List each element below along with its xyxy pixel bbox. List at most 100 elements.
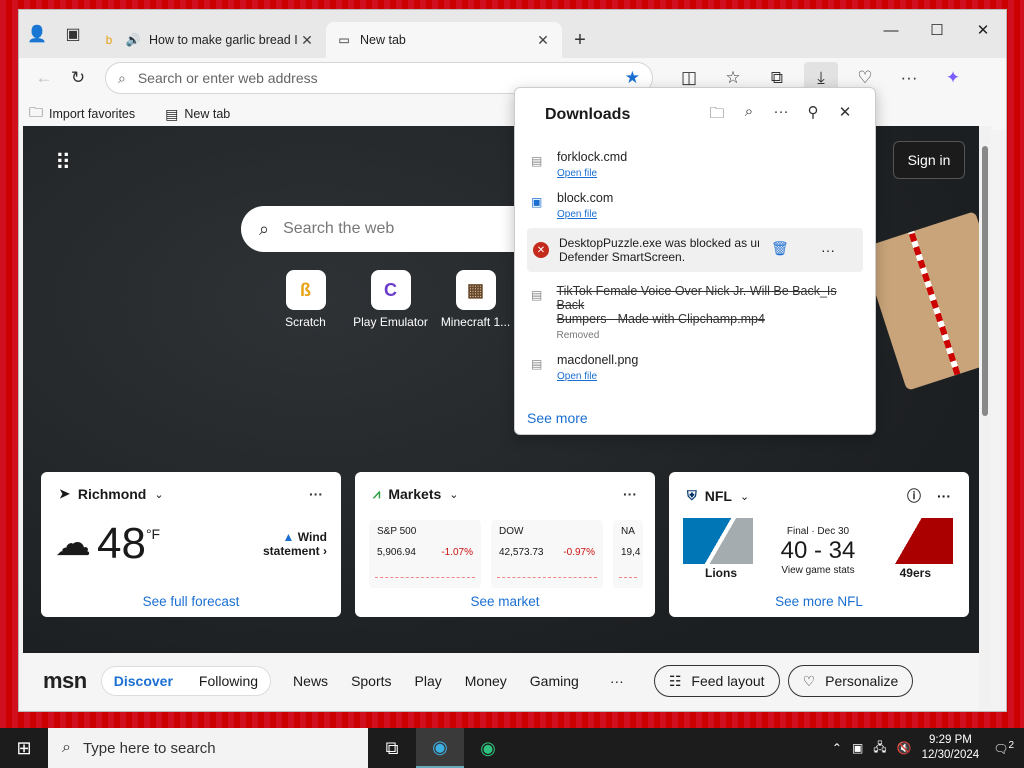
quicklink-minecraft[interactable]: ▦ Minecraft 1... (433, 270, 518, 329)
profile-icon[interactable]: 👤 (19, 16, 55, 52)
close-tab-icon[interactable]: ✕ (534, 32, 552, 49)
markets-title[interactable]: Markets (388, 486, 441, 502)
sparkline (619, 568, 637, 578)
close-window-icon[interactable]: ✕ (960, 10, 1006, 50)
windows-start-icon[interactable]: ⊞ (0, 728, 48, 768)
tab-new-tab[interactable]: ▭ New tab ✕ (326, 22, 562, 58)
close-panel-icon[interactable]: ✕ (829, 103, 861, 128)
edge-taskbar-icon[interactable]: ◉ (416, 728, 464, 768)
weather-card: ➤ Richmond ⌄ ··· ☁ 48 °F ▲ Wind statemen… (41, 472, 341, 617)
nfl-logo-icon: ⛨ (687, 488, 697, 503)
open-file-link[interactable]: Open file (557, 209, 613, 220)
maximize-icon[interactable]: ☐ (914, 10, 960, 50)
nav-sports[interactable]: Sports (351, 673, 391, 689)
markets-card: ⩘ Markets ⌄ ··· S&P 500 5,906.94 -1.07% D… (355, 472, 655, 617)
notifications-icon[interactable]: 🗨2 (993, 740, 1014, 756)
nav-play[interactable]: Play (415, 673, 442, 689)
refresh-icon[interactable]: ↻ (61, 62, 95, 94)
more-options-icon[interactable]: ··· (765, 103, 797, 128)
more-options-icon[interactable]: ··· (623, 486, 637, 502)
sign-in-button[interactable]: Sign in (893, 141, 965, 179)
tab-discover[interactable]: Discover (114, 673, 173, 689)
partly-cloudy-night-icon: ☁ (55, 522, 91, 563)
open-file-link[interactable]: Open file (557, 371, 638, 382)
edge-beta-taskbar-icon[interactable]: ◉ (464, 728, 512, 768)
scrollbar-thumb[interactable] (982, 146, 988, 416)
nav-money[interactable]: Money (465, 673, 507, 689)
more-actions-icon[interactable]: ··· (821, 242, 835, 258)
back-icon[interactable]: ← (27, 62, 61, 94)
new-tab-button[interactable]: + (562, 22, 598, 58)
download-item[interactable]: ▤ forklock.cmd Open file (515, 142, 875, 183)
more-nav-icon[interactable]: ··· (610, 673, 624, 689)
tab-actions-icon[interactable]: ▣ (55, 16, 91, 52)
page-scrollbar[interactable] (979, 126, 991, 709)
chevron-up-icon[interactable]: ⌃ (832, 741, 842, 755)
open-file-link[interactable]: Open file (557, 168, 627, 179)
heart-icon: ♡ (802, 672, 816, 689)
see-market-link[interactable]: See market (355, 594, 655, 609)
meet-now-icon[interactable]: ▣ (852, 741, 863, 755)
market-tile-sp500[interactable]: S&P 500 5,906.94 -1.07% (369, 520, 481, 588)
market-tile-nasdaq[interactable]: NA 19,4 (613, 520, 643, 588)
info-icon[interactable]: ⓘ (907, 486, 921, 506)
chevron-down-icon[interactable]: ⌄ (154, 488, 163, 501)
clock[interactable]: 9:29 PM 12/30/2024 (922, 733, 980, 763)
copilot-icon[interactable]: ✦ (936, 62, 970, 94)
tab-following[interactable]: Following (199, 673, 258, 689)
new-tab-favorite-link[interactable]: ▤ New tab (165, 106, 230, 123)
more-options-icon[interactable]: ··· (309, 486, 323, 502)
file-name: forklock.cmd (557, 150, 628, 164)
tab-garlic-bread[interactable]: b 🔊 How to make garlic bread I w ✕ (91, 22, 326, 58)
download-item[interactable]: ▤ macdonell.png Open file (515, 345, 875, 386)
pin-icon[interactable]: ⚲ (797, 103, 829, 128)
notification-count: 2 (1008, 740, 1014, 751)
market-tile-dow[interactable]: DOW 42,573.73 -0.97% (491, 520, 603, 588)
taskbar-search[interactable]: ⌕ Type here to search (48, 728, 368, 768)
weather-location[interactable]: Richmond (78, 486, 146, 502)
quick-links: ß Scratch C Play Emulator ▦ Minecraft 1.… (263, 270, 518, 329)
wind-alert[interactable]: ▲ Wind statement › (263, 530, 327, 558)
clock-date: 12/30/2024 (921, 749, 980, 761)
see-more-link[interactable]: See more (527, 410, 588, 426)
task-view-icon[interactable]: ⧉ (368, 728, 416, 768)
feed-layout-button[interactable]: ☷ Feed layout (653, 665, 780, 697)
view-game-stats: View game stats (781, 565, 855, 576)
quicklink-scratch[interactable]: ß Scratch (263, 270, 348, 329)
quicklink-play-emulator[interactable]: C Play Emulator (348, 270, 433, 329)
nfl-title[interactable]: NFL (705, 488, 732, 504)
download-item[interactable]: ▣ block.com Open file (515, 183, 875, 224)
nfl-game[interactable]: Final · Dec 30 40 - 34 View game stats L… (683, 518, 953, 580)
blocked-icon: ✕ (533, 242, 549, 258)
see-full-forecast-link[interactable]: See full forecast (41, 594, 341, 609)
temp-value: 48 (97, 519, 146, 568)
more-options-icon[interactable]: ··· (937, 488, 951, 504)
chevron-down-icon[interactable]: ⌄ (449, 488, 458, 501)
quicklink-label: Play Emulator (353, 315, 428, 329)
see-more-nfl-link[interactable]: See more NFL (669, 594, 969, 609)
system-tray: ⌃ ▣ 🖧 🔇 9:29 PM 12/30/2024 🗨2 (832, 733, 1024, 763)
quicklink-label: Scratch (285, 315, 326, 329)
msn-logo[interactable]: msn (43, 668, 87, 694)
open-folder-icon[interactable]: 🗀 (701, 103, 733, 128)
favorite-star-icon[interactable]: ★ (625, 68, 640, 88)
market-name: DOW (499, 526, 524, 537)
search-downloads-icon[interactable]: ⌕ (733, 103, 765, 128)
tab-strip: 👤 ▣ b 🔊 How to make garlic bread I w ✕ ▭… (19, 10, 1006, 58)
volume-muted-icon[interactable]: 🔇 (897, 741, 912, 755)
personalize-button[interactable]: ♡ Personalize (787, 665, 914, 697)
nav-news[interactable]: News (293, 673, 328, 689)
delete-icon[interactable]: 🗑 (771, 240, 791, 260)
blocked-download-item[interactable]: ✕ DesktopPuzzle.exe was blocked as un De… (527, 228, 863, 272)
app-launcher-icon[interactable]: ⠿ (55, 150, 71, 176)
minimize-icon[interactable]: — (868, 10, 914, 50)
nav-gaming[interactable]: Gaming (530, 673, 579, 689)
network-icon[interactable]: 🖧 (873, 738, 886, 759)
settings-more-icon[interactable]: ··· (892, 62, 926, 94)
close-tab-icon[interactable]: ✕ (298, 32, 316, 49)
web-search-box[interactable]: ⌕ Search the web (241, 206, 541, 252)
chevron-down-icon[interactable]: ⌄ (740, 490, 749, 503)
import-favorites-link[interactable]: 🗀 Import favorites (29, 102, 135, 126)
audio-playing-icon[interactable]: 🔊 (125, 32, 141, 48)
download-item[interactable]: ▤ TikTok Female Voice Over Nick Jr. Will… (515, 276, 875, 345)
